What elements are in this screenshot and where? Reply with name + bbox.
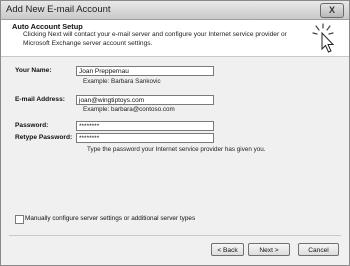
your-name-hint: Example: Barbara Sankovic bbox=[83, 78, 161, 85]
close-button[interactable]: X bbox=[320, 3, 344, 18]
your-name-input[interactable]: Joan Preppernau bbox=[76, 66, 214, 76]
setup-header: Auto Account Setup Clicking Next will co… bbox=[1, 20, 349, 57]
email-address-hint: Example: barbara@contoso.com bbox=[83, 106, 175, 113]
retype-password-input[interactable]: ******** bbox=[76, 133, 214, 143]
manual-config-checkbox[interactable] bbox=[15, 215, 24, 224]
back-button[interactable]: < Back bbox=[211, 243, 244, 256]
password-input[interactable]: ******** bbox=[76, 121, 214, 131]
cursor-click-icon bbox=[312, 23, 335, 53]
title-bar: Add New E-mail Account X bbox=[1, 1, 349, 20]
password-hint: Type the password your Internet service … bbox=[87, 146, 266, 153]
header-description: Clicking Next will contact your e-mail s… bbox=[23, 31, 287, 47]
manual-config-label[interactable]: Manually configure server settings or ad… bbox=[25, 215, 195, 222]
footer-divider bbox=[9, 235, 341, 236]
password-label: Password: bbox=[15, 122, 49, 129]
window-title: Add New E-mail Account bbox=[6, 4, 111, 15]
add-email-account-dialog: Add New E-mail Account X Auto Account Se… bbox=[0, 0, 350, 266]
email-address-label: E-mail Address: bbox=[15, 96, 65, 103]
your-name-label: Your Name: bbox=[15, 67, 52, 74]
email-address-input[interactable]: joan@wingtiptoys.com bbox=[76, 95, 214, 105]
cancel-button[interactable]: Cancel bbox=[298, 243, 339, 256]
retype-password-label: Retype Password: bbox=[15, 134, 73, 141]
header-title: Auto Account Setup bbox=[12, 22, 83, 31]
next-button[interactable]: Next > bbox=[248, 243, 290, 256]
